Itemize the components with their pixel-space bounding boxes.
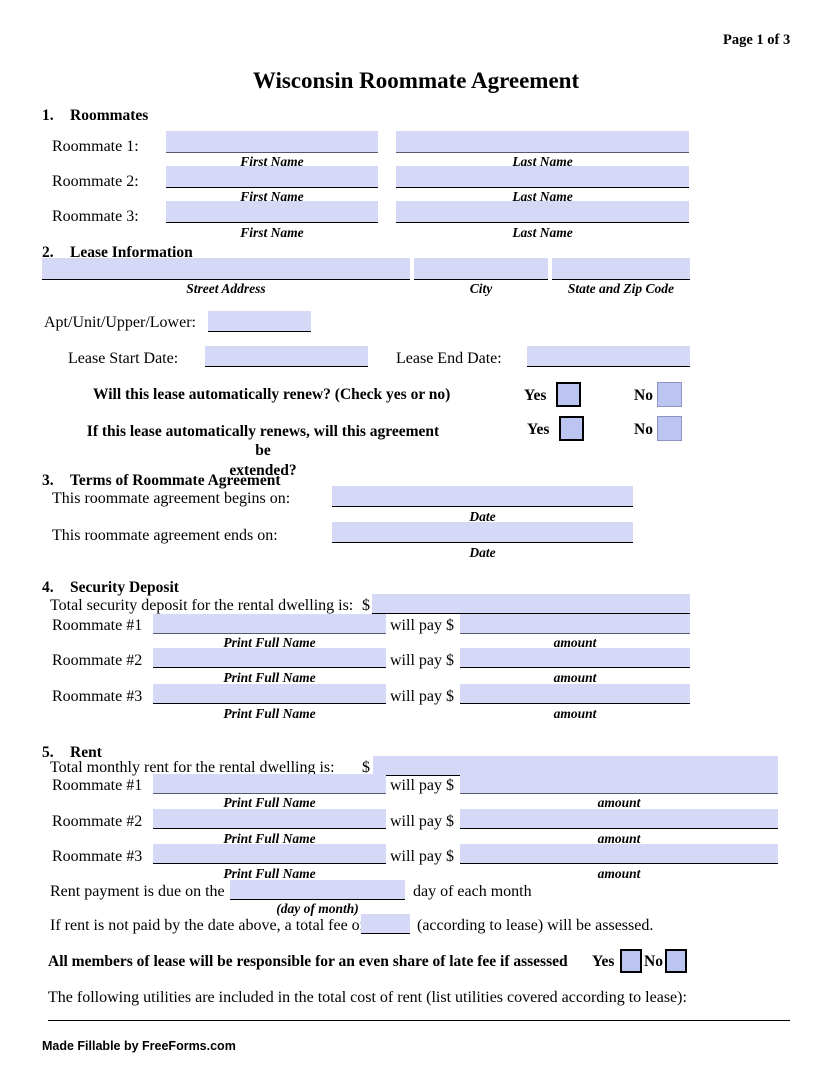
rent-roommate-1-label: Roommate #1 xyxy=(52,777,143,794)
apt-unit-label: Apt/Unit/Upper/Lower: xyxy=(44,314,196,331)
extend-agreement-no-checkbox[interactable] xyxy=(657,416,682,441)
security-deposit-roommate-2-willpay-label: will pay $ xyxy=(390,652,454,669)
city-caption: City xyxy=(469,281,493,296)
lease-start-date-label: Lease Start Date: xyxy=(68,350,179,367)
auto-renew-yes-label: Yes xyxy=(524,387,547,404)
roommate-3-label: Roommate 3: xyxy=(52,208,139,225)
security-deposit-roommate-3-label: Roommate #3 xyxy=(52,688,143,705)
extend-agreement-no-label: No xyxy=(634,421,653,438)
rent-roommate-1-willpay-label: will pay $ xyxy=(390,777,454,794)
lease-end-date-label: Lease End Date: xyxy=(396,350,502,367)
roommate-2-first-name-input[interactable] xyxy=(166,166,378,188)
late-fee-label-before: If rent is not paid by the date above, a… xyxy=(50,917,365,934)
rent-roommate-3-name-input[interactable] xyxy=(153,844,386,864)
even-share-yes-checkbox[interactable] xyxy=(620,949,642,973)
agreement-begins-label: This roommate agreement begins on: xyxy=(52,490,291,507)
rent-roommate-2-amount-input[interactable] xyxy=(460,809,778,829)
footer-credit: Made Fillable by FreeForms.com xyxy=(42,1039,236,1053)
even-share-label: All members of lease will be responsible… xyxy=(48,953,568,970)
security-deposit-roommate-1-name-input[interactable] xyxy=(153,614,386,634)
roommate-3-last-name-caption: Last Name xyxy=(512,225,573,240)
late-fee-label-after: (according to lease) will be assessed. xyxy=(417,917,654,934)
rent-roommate-2-label: Roommate #2 xyxy=(52,813,143,830)
roommate-3-first-name-input[interactable] xyxy=(166,201,378,223)
security-deposit-roommate-2-label: Roommate #2 xyxy=(52,652,143,669)
rent-total-input[interactable] xyxy=(373,756,778,776)
page-number: Page 1 of 3 xyxy=(723,32,791,48)
rent-roommate-3-name-caption: Print Full Name xyxy=(223,866,316,881)
roommate-1-label: Roommate 1: xyxy=(52,138,139,155)
extend-agreement-yes-checkbox[interactable] xyxy=(559,416,584,441)
security-deposit-roommate-3-willpay-label: will pay $ xyxy=(390,688,454,705)
rent-roommate-3-label: Roommate #3 xyxy=(52,848,143,865)
security-deposit-roommate-2-name-input[interactable] xyxy=(153,648,386,668)
late-fee-input[interactable] xyxy=(361,914,410,934)
rent-due-day-label-after: day of each month xyxy=(413,883,532,900)
security-deposit-roommate-2-amount-input[interactable] xyxy=(460,648,690,668)
rent-roommate-1-name-input[interactable] xyxy=(153,774,386,794)
state-zip-input[interactable] xyxy=(552,258,690,280)
roommate-1-last-name-input[interactable] xyxy=(396,131,689,153)
rent-roommate-2-name-input[interactable] xyxy=(153,809,386,829)
apt-unit-input[interactable] xyxy=(208,311,311,332)
rent-roommate-3-amount-caption: amount xyxy=(597,866,641,881)
auto-renew-yes-checkbox[interactable] xyxy=(556,382,581,407)
document-page: Page 1 of 3 Wisconsin Roommate Agreement… xyxy=(0,0,832,1082)
security-deposit-roommate-1-willpay-label: will pay $ xyxy=(390,617,454,634)
utilities-line xyxy=(48,1020,790,1021)
rent-roommate-1-amount-caption: amount xyxy=(597,795,641,810)
security-deposit-total-input[interactable] xyxy=(372,594,690,614)
rent-roommate-1-amount-input[interactable] xyxy=(460,774,778,794)
auto-renew-question: Will this lease automatically renew? (Ch… xyxy=(93,386,451,403)
agreement-ends-input[interactable] xyxy=(332,522,633,543)
extend-agreement-yes-label: Yes xyxy=(527,421,550,438)
auto-renew-no-label: No xyxy=(634,387,653,404)
security-deposit-roommate-2-amount-caption: amount xyxy=(553,670,597,685)
rent-due-day-input[interactable] xyxy=(230,880,405,900)
auto-renew-no-checkbox[interactable] xyxy=(657,382,682,407)
security-deposit-roommate-1-amount-input[interactable] xyxy=(460,614,690,634)
even-share-no-checkbox[interactable] xyxy=(665,949,687,973)
section-3-heading: Terms of Roommate Agreement xyxy=(70,472,281,489)
security-deposit-roommate-3-amount-caption: amount xyxy=(553,706,597,721)
even-share-no-label: No xyxy=(644,953,663,970)
agreement-begins-input[interactable] xyxy=(332,486,633,507)
agreement-ends-label: This roommate agreement ends on: xyxy=(52,527,278,544)
rent-roommate-2-willpay-label: will pay $ xyxy=(390,813,454,830)
roommate-3-last-name-input[interactable] xyxy=(396,201,689,223)
state-zip-caption: State and Zip Code xyxy=(567,281,675,296)
page-title: Wisconsin Roommate Agreement xyxy=(252,68,580,93)
agreement-ends-caption: Date xyxy=(469,545,496,560)
extend-agreement-question-line1: If this lease automatically renews, will… xyxy=(86,423,440,460)
security-deposit-roommate-3-amount-input[interactable] xyxy=(460,684,690,704)
security-deposit-roommate-2-name-caption: Print Full Name xyxy=(223,670,316,685)
rent-roommate-1-name-caption: Print Full Name xyxy=(223,795,316,810)
section-3-number: 3. xyxy=(42,472,54,489)
rent-roommate-3-willpay-label: will pay $ xyxy=(390,848,454,865)
section-4-heading: Security Deposit xyxy=(70,579,179,596)
street-address-input[interactable] xyxy=(42,258,410,280)
rent-roommate-3-amount-input[interactable] xyxy=(460,844,778,864)
security-deposit-roommate-1-label: Roommate #1 xyxy=(52,617,143,634)
rent-due-day-label-before: Rent payment is due on the xyxy=(50,883,225,900)
roommate-1-first-name-input[interactable] xyxy=(166,131,378,153)
street-address-caption: Street Address xyxy=(186,281,266,296)
security-deposit-dollar-sign: $ xyxy=(362,597,370,614)
lease-start-date-input[interactable] xyxy=(205,346,368,367)
security-deposit-roommate-3-name-caption: Print Full Name xyxy=(223,706,316,721)
roommate-2-label: Roommate 2: xyxy=(52,173,139,190)
section-4-number: 4. xyxy=(42,579,54,596)
roommate-3-first-name-caption: First Name xyxy=(240,225,304,240)
security-deposit-total-label: Total security deposit for the rental dw… xyxy=(50,597,354,614)
even-share-yes-label: Yes xyxy=(592,953,615,970)
section-1-heading: Roommates xyxy=(70,107,149,124)
section-1-number: 1. xyxy=(42,107,54,124)
security-deposit-roommate-3-name-input[interactable] xyxy=(153,684,386,704)
city-input[interactable] xyxy=(414,258,548,280)
roommate-2-last-name-input[interactable] xyxy=(396,166,689,188)
lease-end-date-input[interactable] xyxy=(527,346,690,367)
utilities-input[interactable] xyxy=(48,1004,790,1018)
